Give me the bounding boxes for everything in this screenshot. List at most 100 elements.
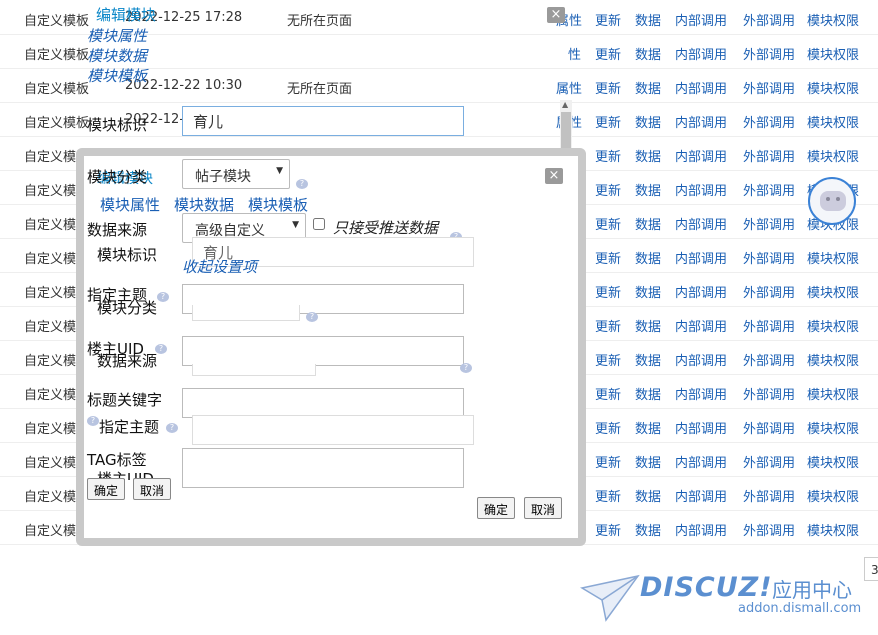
row-action-3[interactable]: 内部调用	[675, 418, 727, 437]
row-action-2[interactable]: 数据	[635, 44, 661, 63]
row-action-3[interactable]: 内部调用	[675, 112, 727, 131]
back-confirm-button[interactable]: 确定	[87, 478, 126, 500]
row-action-1[interactable]: 更新	[595, 78, 621, 97]
help-icon[interactable]: ?	[157, 292, 169, 302]
category-select[interactable]: 帖子模块 ▼	[182, 159, 290, 189]
row-action-1[interactable]: 更新	[595, 418, 621, 437]
row-action-5[interactable]: 模块权限	[807, 520, 859, 539]
assistant-avatar[interactable]	[808, 177, 856, 225]
row-action-4[interactable]: 外部调用	[743, 44, 795, 63]
row-action-3[interactable]: 内部调用	[675, 452, 727, 471]
help-icon[interactable]: ?	[166, 423, 178, 433]
push-only-checkbox[interactable]	[313, 218, 325, 230]
cancel-button[interactable]: 取消	[524, 497, 563, 519]
row-action-3[interactable]: 内部调用	[675, 316, 727, 335]
row-action-4[interactable]: 外部调用	[743, 248, 795, 267]
row-action-4[interactable]: 外部调用	[743, 282, 795, 301]
back-source-select[interactable]	[192, 364, 316, 376]
row-action-2[interactable]: 数据	[635, 452, 661, 471]
row-action-2[interactable]: 数据	[635, 350, 661, 369]
row-action-2[interactable]: 数据	[635, 180, 661, 199]
row-action-2[interactable]: 数据	[635, 486, 661, 505]
row-action-5[interactable]: 模块权限	[807, 316, 859, 335]
row-action-1[interactable]: 更新	[595, 248, 621, 267]
row-action-5[interactable]: 模块权限	[807, 248, 859, 267]
row-action-2[interactable]: 数据	[635, 520, 661, 539]
menu-module-data[interactable]: 模块数据	[87, 45, 147, 66]
row-action-2[interactable]: 数据	[635, 282, 661, 301]
row-action-3[interactable]: 内部调用	[675, 282, 727, 301]
row-action-2[interactable]: 数据	[635, 78, 661, 97]
menu-module-template[interactable]: 模块模板	[87, 65, 147, 86]
tab-module-data[interactable]: 模块数据	[174, 194, 234, 215]
row-action-2[interactable]: 数据	[635, 384, 661, 403]
row-action-4[interactable]: 外部调用	[743, 316, 795, 335]
row-action-1[interactable]: 更新	[595, 146, 621, 165]
row-action-1[interactable]: 更新	[595, 350, 621, 369]
collapse-settings-link[interactable]: 收起设置项	[182, 256, 257, 277]
row-action-1[interactable]: 更新	[595, 384, 621, 403]
back-ident-input[interactable]: 育儿	[182, 106, 464, 136]
row-action-1[interactable]: 更新	[595, 10, 621, 29]
back-category-select[interactable]	[192, 305, 300, 321]
row-action-5[interactable]: 模块权限	[807, 486, 859, 505]
row-action-4[interactable]: 外部调用	[743, 418, 795, 437]
row-action-1[interactable]: 更新	[595, 44, 621, 63]
back-scroll-up-icon[interactable]: ▲	[562, 100, 568, 109]
row-action-1[interactable]: 更新	[595, 180, 621, 199]
row-action-4[interactable]: 外部调用	[743, 146, 795, 165]
row-action-3[interactable]: 内部调用	[675, 248, 727, 267]
menu-edit-module[interactable]: 编辑模块	[96, 4, 156, 25]
row-action-3[interactable]: 内部调用	[675, 78, 727, 97]
row-action-1[interactable]: 更新	[595, 282, 621, 301]
help-icon[interactable]: ?	[306, 312, 318, 322]
row-action-5[interactable]: 模块权限	[807, 146, 859, 165]
row-action-5[interactable]: 模块权限	[807, 452, 859, 471]
row-action-5[interactable]: 模块权限	[807, 112, 859, 131]
row-action-3[interactable]: 内部调用	[675, 180, 727, 199]
menu-module-props[interactable]: 模块属性	[87, 25, 147, 46]
row-action-2[interactable]: 数据	[635, 10, 661, 29]
row-action-4[interactable]: 外部调用	[743, 10, 795, 29]
row-action-2[interactable]: 数据	[635, 418, 661, 437]
row-action-3[interactable]: 内部调用	[675, 350, 727, 369]
back-cancel-button[interactable]: 取消	[133, 478, 172, 500]
row-action-3[interactable]: 内部调用	[675, 384, 727, 403]
close-icon[interactable]: ×	[545, 168, 563, 184]
row-action-4[interactable]: 外部调用	[743, 520, 795, 539]
uid-input[interactable]	[182, 336, 464, 366]
tag-input[interactable]	[182, 448, 464, 488]
row-action-1[interactable]: 更新	[595, 214, 621, 233]
row-action-5[interactable]: 模块权限	[807, 384, 859, 403]
row-action-3[interactable]: 内部调用	[675, 146, 727, 165]
row-action-0[interactable]: 属性	[556, 78, 582, 97]
row-action-4[interactable]: 外部调用	[743, 180, 795, 199]
keyword-input[interactable]	[182, 388, 464, 418]
row-action-1[interactable]: 更新	[595, 452, 621, 471]
help-icon[interactable]: ?	[87, 416, 99, 426]
back-topic-input[interactable]	[192, 415, 474, 445]
row-action-4[interactable]: 外部调用	[743, 486, 795, 505]
row-action-2[interactable]: 数据	[635, 112, 661, 131]
row-action-4[interactable]: 外部调用	[743, 452, 795, 471]
row-action-3[interactable]: 内部调用	[675, 520, 727, 539]
row-action-1[interactable]: 更新	[595, 520, 621, 539]
row-action-5[interactable]: 模块权限	[807, 350, 859, 369]
row-action-5[interactable]: 模块权限	[807, 10, 859, 29]
row-action-3[interactable]: 内部调用	[675, 10, 727, 29]
tab-module-template[interactable]: 模块模板	[248, 194, 308, 215]
row-action-1[interactable]: 更新	[595, 316, 621, 335]
row-action-1[interactable]: 更新	[595, 486, 621, 505]
row-action-3[interactable]: 内部调用	[675, 44, 727, 63]
row-action-0[interactable]: 性	[568, 44, 581, 63]
row-action-2[interactable]: 数据	[635, 316, 661, 335]
row-action-4[interactable]: 外部调用	[743, 350, 795, 369]
row-action-5[interactable]: 模块权限	[807, 78, 859, 97]
row-action-4[interactable]: 外部调用	[743, 384, 795, 403]
help-icon[interactable]: ?	[296, 179, 308, 189]
row-action-2[interactable]: 数据	[635, 214, 661, 233]
row-action-5[interactable]: 模块权限	[807, 282, 859, 301]
confirm-button[interactable]: 确定	[477, 497, 516, 519]
row-action-3[interactable]: 内部调用	[675, 214, 727, 233]
row-action-4[interactable]: 外部调用	[743, 112, 795, 131]
